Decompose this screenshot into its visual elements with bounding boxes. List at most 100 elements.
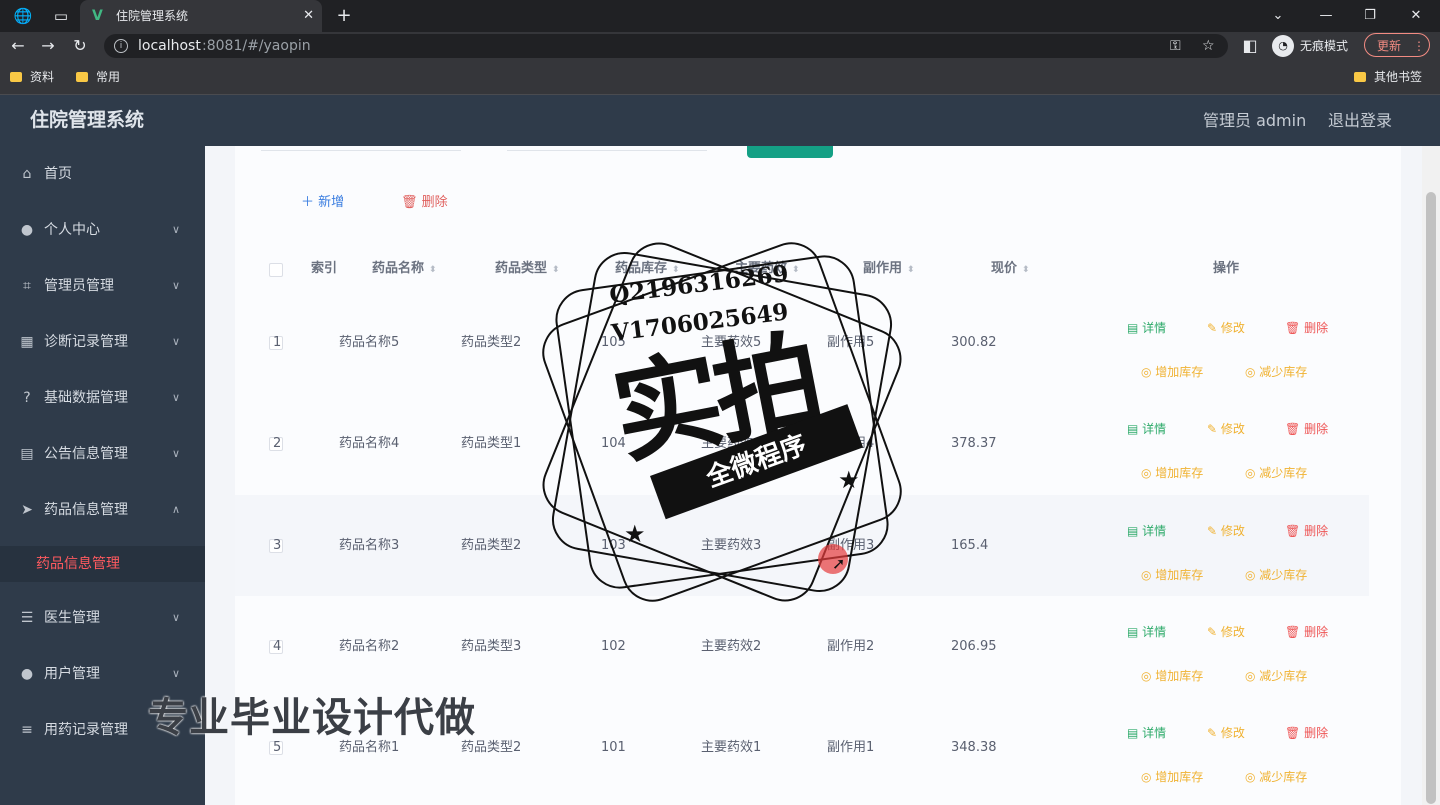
cell-type: 药品类型2 xyxy=(461,538,522,553)
key-icon[interactable]: ⚿ xyxy=(1170,34,1181,58)
user-icon: ● xyxy=(20,666,34,682)
scrollbar[interactable] xyxy=(1422,146,1440,805)
reduce-stock-button[interactable]: ◎ 减少库存 xyxy=(1245,668,1307,684)
add-button[interactable]: ＋ 新增 xyxy=(301,192,344,214)
new-tab-icon[interactable]: + xyxy=(332,0,356,32)
add-stock-button[interactable]: ◎ 增加库存 xyxy=(1141,668,1203,684)
column-header[interactable]: 药品名称 ⬍ xyxy=(372,258,437,281)
plus-icon: ＋ xyxy=(301,195,315,210)
row-delete-button[interactable]: 🗑 删除 xyxy=(1285,523,1328,539)
row-delete-button[interactable]: 🗑 删除 xyxy=(1285,421,1328,437)
globe-icon[interactable]: 🌐 xyxy=(6,0,40,32)
star-icon[interactable]: ☆ xyxy=(1202,34,1215,58)
bulb-icon: ◎ xyxy=(1245,770,1260,784)
bulb-icon: ◎ xyxy=(1141,365,1156,379)
bulb-icon: ◎ xyxy=(1141,669,1156,683)
chevron-down-icon: ∨ xyxy=(172,279,181,292)
reload-icon[interactable]: ↻ xyxy=(66,32,94,60)
sidebar-item-doctors[interactable]: ☰ 医生管理 ∨ xyxy=(0,590,205,646)
edit-button[interactable]: ✎ 修改 xyxy=(1207,421,1245,437)
cell-name: 药品名称5 xyxy=(339,335,400,350)
cell-price: 165.4 xyxy=(951,538,989,553)
grid-icon: ▦ xyxy=(20,334,34,350)
cell-type: 药品类型3 xyxy=(461,639,522,654)
crop-icon: ⌗ xyxy=(23,278,31,294)
row-delete-button[interactable]: 🗑 删除 xyxy=(1285,725,1328,741)
cell-name: 药品名称2 xyxy=(339,639,400,654)
url-host: localhost xyxy=(138,38,201,54)
submenu-item-drug-info[interactable]: 药品信息管理 xyxy=(0,546,205,582)
reduce-stock-button[interactable]: ◎ 减少库存 xyxy=(1245,769,1307,785)
chevron-down-icon: ∨ xyxy=(172,335,181,348)
select-all-checkbox[interactable] xyxy=(269,263,283,277)
add-stock-button[interactable]: ◎ 增加库存 xyxy=(1141,465,1203,481)
doc-icon: ▤ xyxy=(1127,625,1143,639)
sidebar-item-admins[interactable]: ⌗ 管理员管理 ∨ xyxy=(0,258,205,314)
detail-button[interactable]: ▤ 详情 xyxy=(1127,624,1166,640)
close-icon[interactable]: ✕ xyxy=(303,0,314,32)
column-header: 操作 xyxy=(1213,261,1240,276)
url-input[interactable]: i localhost :8081/#/yaopin ⚿ ☆ xyxy=(104,34,1228,58)
sidebar-item-drugs[interactable]: ➤ 药品信息管理 ∧ xyxy=(0,482,205,538)
bulb-icon: ◎ xyxy=(1141,770,1156,784)
minimize-icon[interactable]: — xyxy=(1306,0,1346,32)
info-icon[interactable]: i xyxy=(114,39,128,53)
edit-button[interactable]: ✎ 修改 xyxy=(1207,320,1245,336)
address-bar: ← → ↻ i localhost :8081/#/yaopin ⚿ ☆ ◧ xyxy=(0,32,1440,60)
vue-logo-icon: V xyxy=(92,8,103,24)
add-stock-button[interactable]: ◎ 增加库存 xyxy=(1141,567,1203,583)
chevron-down-icon[interactable]: ⌄ xyxy=(1258,0,1298,32)
row-delete-button[interactable]: 🗑 删除 xyxy=(1285,624,1328,640)
sidebar-item-notices[interactable]: ▤ 公告信息管理 ∨ xyxy=(0,426,205,482)
trash-icon: 🗑 xyxy=(1285,625,1305,639)
edit-button[interactable]: ✎ 修改 xyxy=(1207,624,1245,640)
logout-button[interactable]: 退出登录 xyxy=(1328,95,1392,146)
bookmark-folder[interactable]: 常用 xyxy=(76,60,120,94)
cell-effect: 主要药效1 xyxy=(701,740,762,755)
search-field-partial[interactable] xyxy=(261,146,461,151)
browser-tab[interactable]: V 住院管理系统 ✕ xyxy=(80,0,322,32)
edit-button[interactable]: ✎ 修改 xyxy=(1207,523,1245,539)
scrollbar-thumb[interactable] xyxy=(1426,192,1436,804)
detail-button[interactable]: ▤ 详情 xyxy=(1127,320,1166,336)
detail-button[interactable]: ▤ 详情 xyxy=(1127,725,1166,741)
row-delete-button[interactable]: 🗑 删除 xyxy=(1285,320,1328,336)
add-stock-button[interactable]: ◎ 增加库存 xyxy=(1141,364,1203,380)
close-window-icon[interactable]: ✕ xyxy=(1396,0,1436,32)
delete-button[interactable]: 🗑 删除 xyxy=(401,192,448,214)
search-field-partial[interactable] xyxy=(507,146,707,151)
chevron-down-icon: ∨ xyxy=(172,447,181,460)
doc-icon: ▤ xyxy=(1127,524,1143,538)
cell-index: 4 xyxy=(273,639,282,654)
send-icon: ➤ xyxy=(21,502,33,518)
folder-icon xyxy=(1354,72,1366,82)
sidepanel-icon[interactable]: ◧ xyxy=(1236,32,1264,60)
back-icon[interactable]: ← xyxy=(4,32,32,60)
detail-button[interactable]: ▤ 详情 xyxy=(1127,523,1166,539)
cell-price: 348.38 xyxy=(951,740,997,755)
reduce-stock-button[interactable]: ◎ 减少库存 xyxy=(1245,465,1307,481)
pen-icon: ✎ xyxy=(1207,625,1221,639)
restore-icon[interactable]: ❐ xyxy=(1350,0,1390,32)
bulb-icon: ◎ xyxy=(1245,568,1260,582)
edit-button[interactable]: ✎ 修改 xyxy=(1207,725,1245,741)
detail-button[interactable]: ▤ 详情 xyxy=(1127,421,1166,437)
cell-index: 2 xyxy=(273,436,282,451)
column-header[interactable]: 现价 ⬍ xyxy=(991,258,1030,281)
bookmark-folder[interactable]: 资料 xyxy=(10,60,54,94)
other-bookmarks[interactable]: 其他书签 xyxy=(1354,60,1422,94)
cell-name: 药品名称4 xyxy=(339,436,400,451)
reduce-stock-button[interactable]: ◎ 减少库存 xyxy=(1245,567,1307,583)
tab-search-icon[interactable]: ▭ xyxy=(44,0,78,32)
more-icon: ⋮ xyxy=(1413,39,1426,53)
sidebar-item-basic-data[interactable]: ? 基础数据管理 ∨ xyxy=(0,370,205,426)
search-button[interactable] xyxy=(747,146,833,158)
add-stock-button[interactable]: ◎ 增加库存 xyxy=(1141,769,1203,785)
sidebar-item-diagnosis[interactable]: ▦ 诊断记录管理 ∨ xyxy=(0,314,205,370)
trash-icon: 🗑 xyxy=(1285,726,1305,740)
sidebar-item-profile[interactable]: ● 个人中心 ∨ xyxy=(0,202,205,258)
forward-icon[interactable]: → xyxy=(34,32,62,60)
update-button[interactable]: 更新 ⋮ xyxy=(1364,33,1430,57)
reduce-stock-button[interactable]: ◎ 减少库存 xyxy=(1245,364,1307,380)
sidebar-item-home[interactable]: ⌂ 首页 xyxy=(0,146,205,202)
